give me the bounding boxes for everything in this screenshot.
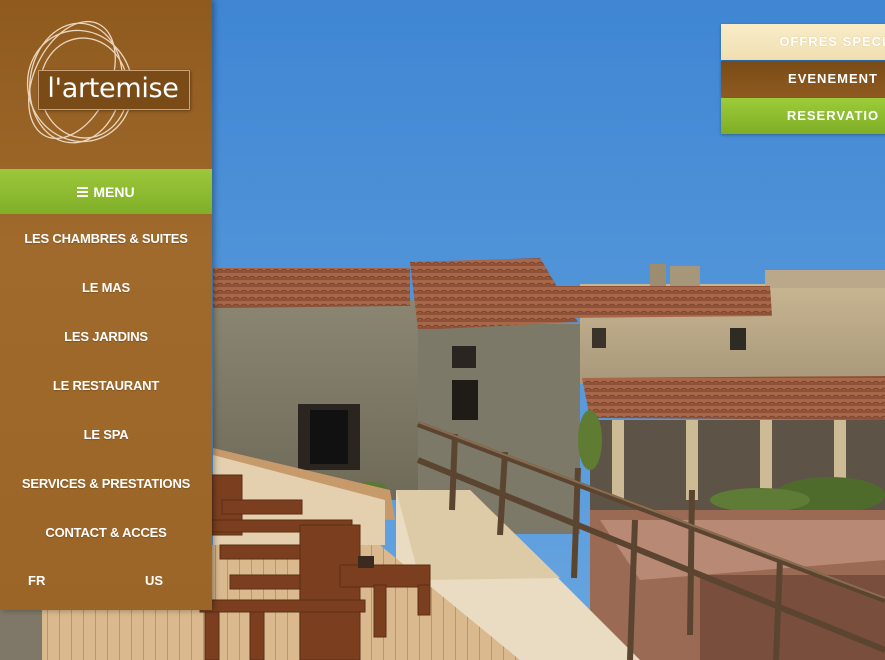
nav-item-services-prestations[interactable]: SERVICES & PRESTATIONS — [0, 459, 212, 508]
sidebar: l'artemise MENU LES CHAMBRES & SUITES LE… — [0, 0, 212, 610]
nav-item-les-jardins[interactable]: LES JARDINS — [0, 312, 212, 361]
brand-wordmark: l'artemise — [47, 73, 179, 104]
hamburger-icon — [77, 186, 89, 197]
offres-speciales-button[interactable]: OFFRES SPECI — [721, 24, 885, 60]
nav-item-le-restaurant[interactable]: LE RESTAURANT — [0, 361, 212, 410]
nav-item-le-mas[interactable]: LE MAS — [0, 263, 212, 312]
nav-item-contact-acces[interactable]: CONTACT & ACCES — [0, 508, 212, 557]
offres-speciales-label: OFFRES SPECI — [779, 34, 885, 49]
nav-item-chambres-suites[interactable]: LES CHAMBRES & SUITES — [0, 214, 212, 263]
menu-toggle-label: MENU — [93, 183, 135, 200]
nav-item-le-spa[interactable]: LE SPA — [0, 410, 212, 459]
language-fr-link[interactable]: FR — [28, 573, 45, 588]
reservation-label: RESERVATIO — [786, 108, 880, 123]
main-nav: LES CHAMBRES & SUITES LE MAS LES JARDINS… — [0, 214, 212, 557]
menu-toggle-button[interactable]: MENU — [0, 169, 212, 214]
language-us-link[interactable]: US — [145, 573, 163, 588]
language-switcher: FR US — [0, 573, 212, 603]
brand-logo[interactable]: l'artemise — [14, 18, 194, 148]
evenements-label: EVENEMENT — [788, 71, 878, 86]
evenements-button[interactable]: EVENEMENT — [721, 61, 885, 97]
reservation-button[interactable]: RESERVATIO — [721, 98, 885, 134]
